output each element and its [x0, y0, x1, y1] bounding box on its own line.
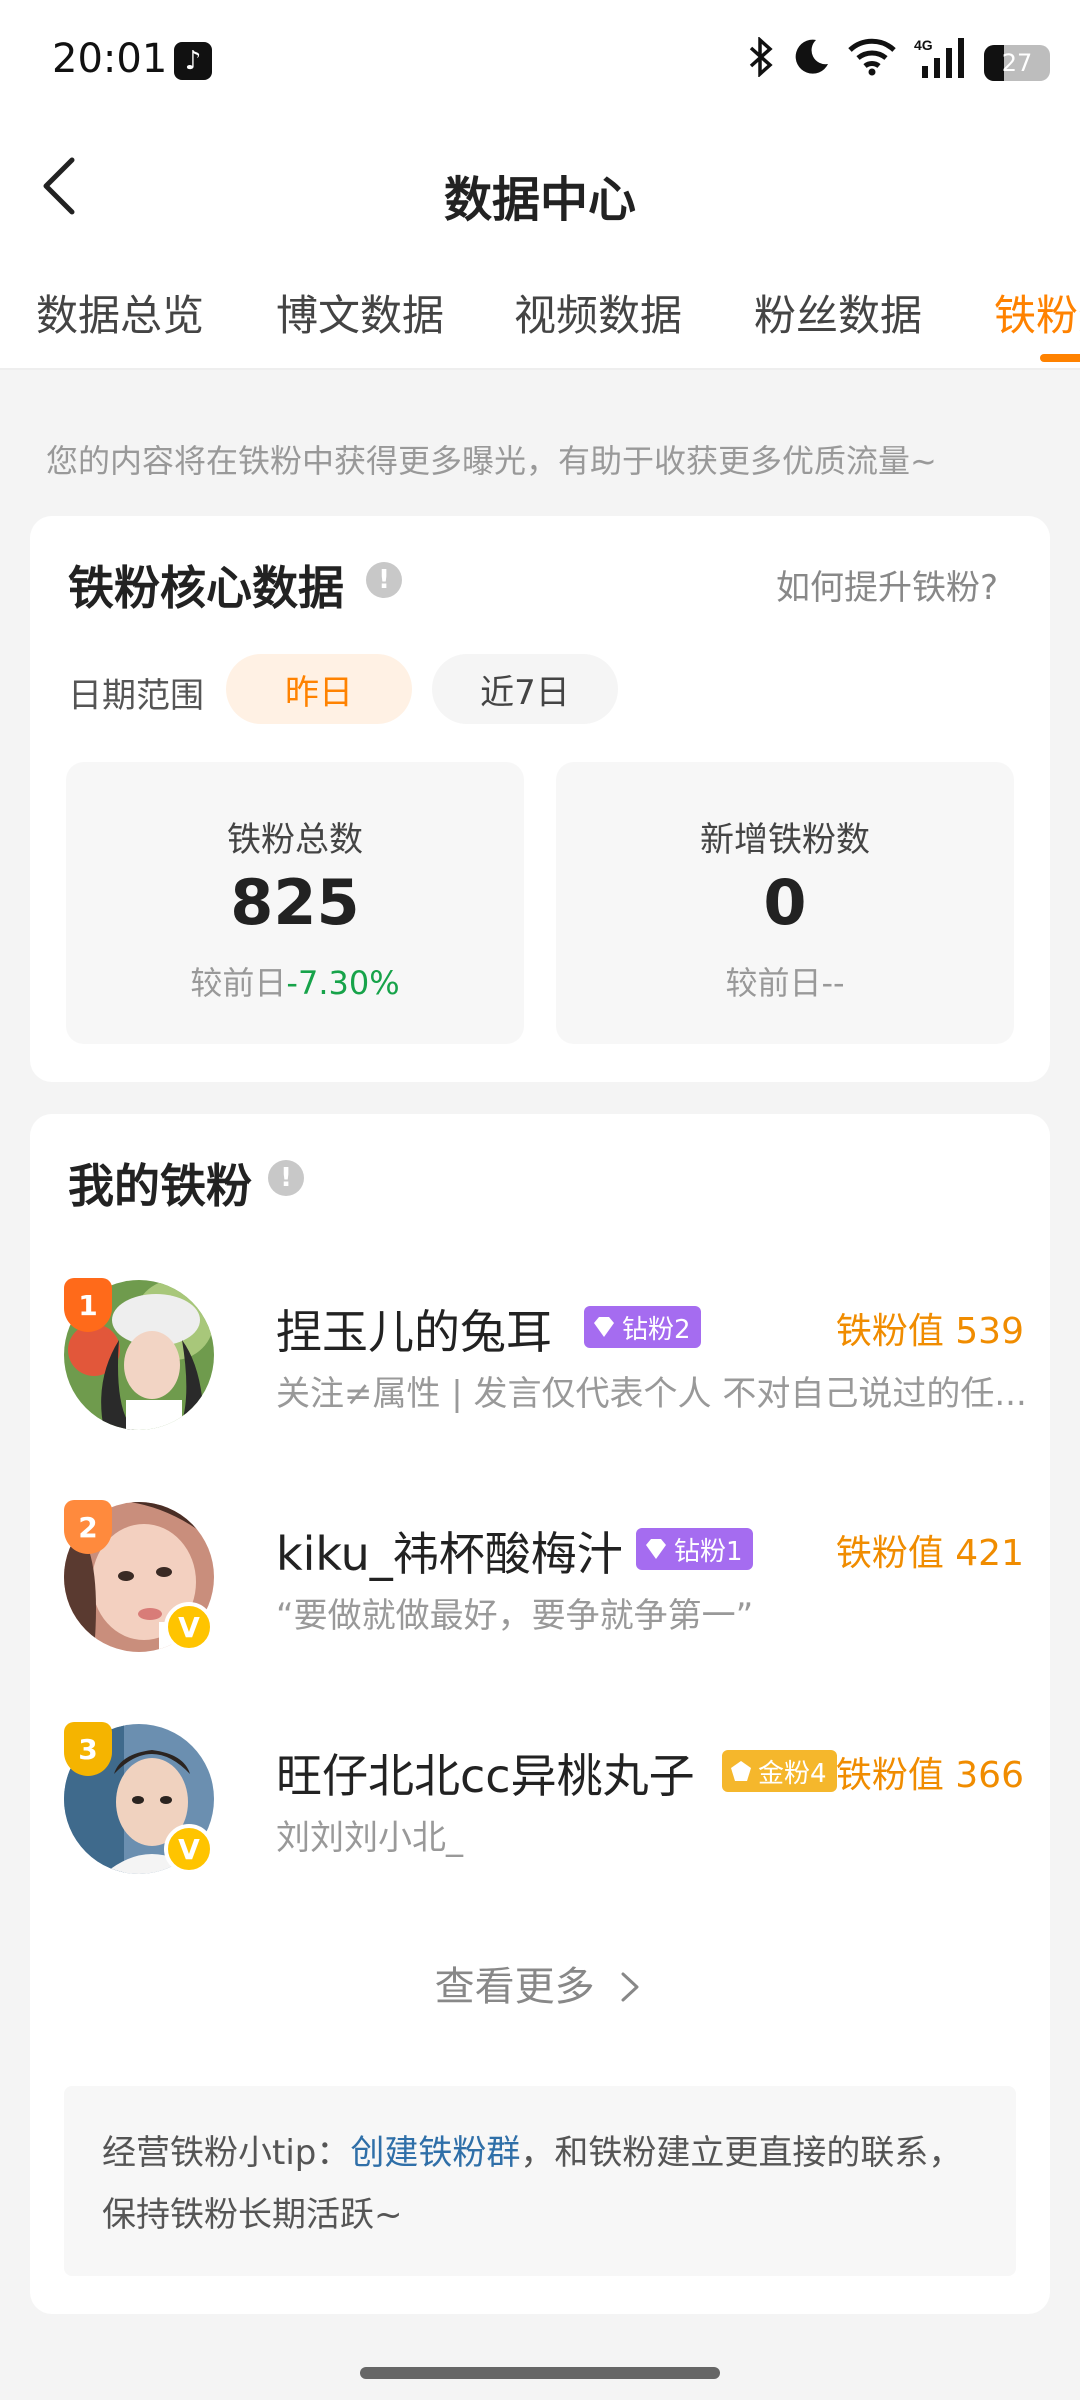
core-data-title: 铁粉核心数据 — [68, 561, 344, 615]
fan-value: 铁粉值 539 — [835, 1311, 1024, 1352]
fan-level-badge: 金粉4 — [722, 1750, 837, 1792]
tip-prefix: 经营铁粉小tip： — [102, 2133, 351, 2173]
fan-bio: 刘刘刘小北_ — [276, 1818, 463, 1858]
diamond-icon — [594, 1317, 614, 1337]
fan-level-label: 钻粉1 — [674, 1536, 743, 1567]
rank-badge: 2 — [64, 1500, 112, 1554]
tab-overview[interactable]: 数据总览 — [36, 282, 204, 343]
chevron-right-icon — [607, 1964, 645, 2010]
network-label: 4G — [914, 37, 933, 53]
fan-list-item[interactable]: 2 V kiku_祎杯酸梅汁 钻粉1 铁粉值 421 “要做就做最好，要争就争第… — [64, 1500, 1024, 1662]
home-indicator[interactable] — [360, 2367, 720, 2379]
fan-bio: “要做就做最好，要争就争第一” — [276, 1596, 754, 1636]
gold-gem-icon — [731, 1761, 751, 1781]
stat-value: 825 — [230, 866, 360, 939]
fan-name[interactable]: kiku_祎杯酸梅汁 — [276, 1518, 623, 1584]
stat-compare: 较前日-- — [556, 958, 1014, 1004]
date-option-7days[interactable]: 近7日 — [432, 654, 618, 724]
rank-badge: 1 — [64, 1278, 112, 1332]
stat-compare: 较前日-7.30% — [66, 958, 524, 1004]
bluetooth-icon — [748, 36, 774, 88]
my-iron-fans-card: 我的铁粉 ! 1 捏玉儿的兔耳 钻粉2 铁粉值 539 关注≠属性 | 发言仅代… — [30, 1114, 1050, 2314]
fan-bio: 关注≠属性 | 发言仅代表个人 不对自己说过的任... — [276, 1374, 1027, 1414]
fan-name[interactable]: 捏玉儿的兔耳 — [276, 1296, 552, 1362]
compare-value: -- — [821, 964, 845, 1002]
create-fan-group-link[interactable]: 创建铁粉群 — [350, 2133, 520, 2173]
status-time: 20:01 — [52, 36, 168, 82]
info-text: 您的内容将在铁粉中获得更多曝光，有助于收获更多优质流量~ — [46, 442, 937, 480]
moon-icon — [792, 38, 830, 87]
how-to-improve-link[interactable]: 如何提升铁粉? — [776, 560, 998, 609]
info-icon[interactable]: ! — [366, 562, 402, 598]
tiktok-icon: ♪ — [174, 42, 212, 80]
diamond-icon — [646, 1539, 666, 1559]
stat-value: 0 — [763, 866, 807, 939]
verified-icon: V — [164, 1824, 214, 1874]
fan-level-badge: 钻粉1 — [636, 1528, 753, 1570]
battery-icon: 27 — [984, 44, 1050, 81]
fan-level-label: 金粉4 — [758, 1758, 827, 1789]
header: 数据中心 — [0, 120, 1080, 250]
new-iron-fans-stat: 新增铁粉数 0 较前日-- — [556, 762, 1014, 1044]
fan-level-badge: 钻粉2 — [584, 1306, 701, 1348]
date-range-label: 日期范围 — [68, 676, 204, 716]
fan-list-item[interactable]: 1 捏玉儿的兔耳 钻粉2 铁粉值 539 关注≠属性 | 发言仅代表个人 不对自… — [64, 1278, 1027, 1440]
battery-level: 27 — [1001, 48, 1033, 77]
tab-underline — [1040, 354, 1080, 362]
stat-label: 铁粉总数 — [227, 820, 363, 860]
signal-icon: 4G — [914, 36, 966, 89]
fan-name[interactable]: 旺仔北北cc异桃丸子 — [276, 1740, 695, 1806]
verified-icon: V — [164, 1602, 214, 1652]
stat-label: 新增铁粉数 — [700, 820, 870, 860]
date-option-yesterday[interactable]: 昨日 — [226, 654, 412, 724]
tab-videos[interactable]: 视频数据 — [514, 282, 682, 343]
tab-bar: 数据总览 博文数据 视频数据 粉丝数据 铁粉数据 — [0, 250, 1080, 370]
fan-value: 铁粉值 366 — [835, 1755, 1024, 1796]
tab-posts[interactable]: 博文数据 — [276, 282, 444, 343]
compare-prefix: 较前日 — [190, 964, 287, 1002]
my-iron-fans-title: 我的铁粉 — [68, 1159, 252, 1213]
tip-box: 经营铁粉小tip：创建铁粉群，和铁粉建立更直接的联系，保持铁粉长期活跃~ — [64, 2086, 1016, 2276]
tab-iron-fans[interactable]: 铁粉数据 — [994, 282, 1080, 343]
compare-value: -7.30% — [286, 964, 400, 1002]
tab-fans[interactable]: 粉丝数据 — [754, 282, 922, 343]
page-title: 数据中心 — [443, 172, 636, 228]
core-data-card: 铁粉核心数据 ! 如何提升铁粉? 日期范围 昨日 近7日 铁粉总数 825 较前… — [30, 516, 1050, 1082]
total-iron-fans-stat: 铁粉总数 825 较前日-7.30% — [66, 762, 524, 1044]
view-more-button[interactable]: 查看更多 — [30, 1954, 1050, 2012]
view-more-label: 查看更多 — [434, 1964, 595, 2010]
status-bar: 20:01 ♪ 4G 27 — [0, 0, 1080, 120]
rank-badge: 3 — [64, 1722, 112, 1776]
status-icons: 4G 27 — [748, 36, 1050, 89]
wifi-icon — [848, 38, 896, 87]
fan-value: 铁粉值 421 — [835, 1533, 1024, 1574]
compare-prefix: 较前日 — [725, 964, 822, 1002]
fan-list-item[interactable]: 3 V 旺仔北北cc异桃丸子 金粉4 铁粉值 366 刘刘刘小北_ — [64, 1722, 1024, 1884]
info-icon[interactable]: ! — [268, 1160, 304, 1196]
fan-level-label: 钻粉2 — [622, 1314, 691, 1345]
